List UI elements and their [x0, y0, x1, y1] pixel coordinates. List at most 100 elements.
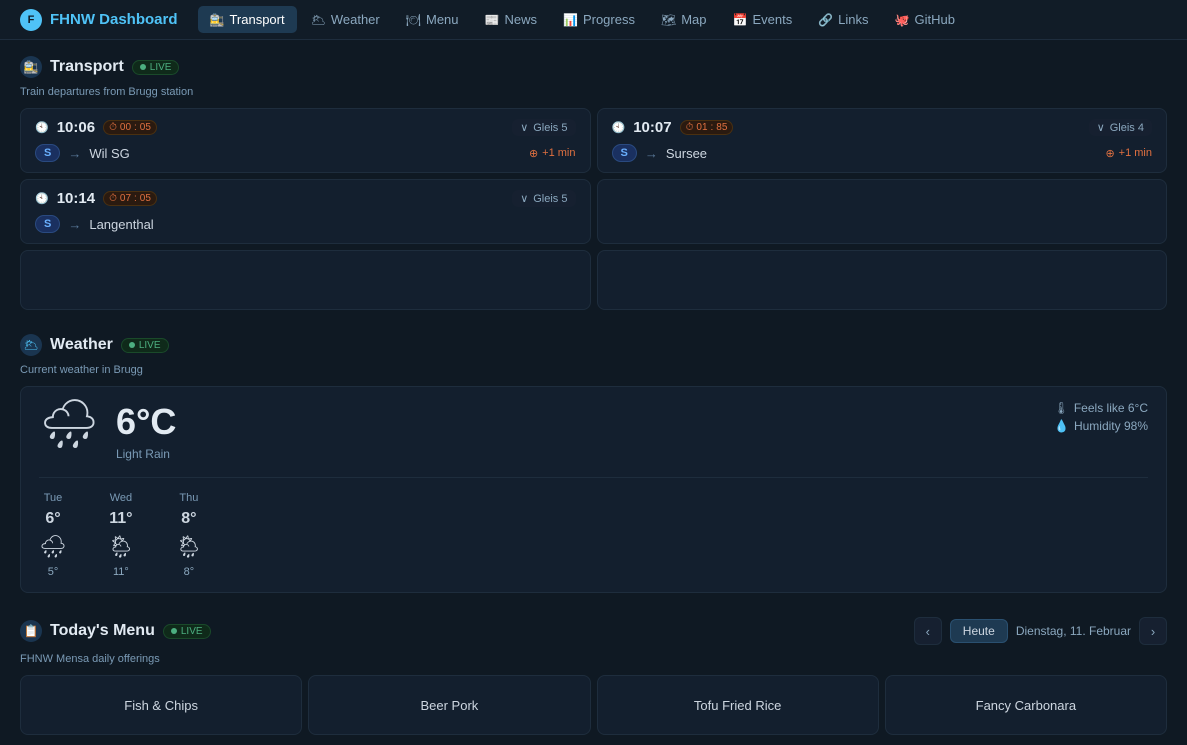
github-icon: 🐙 — [895, 13, 910, 27]
menu-grid: Fish & Chips Beer Pork Tofu Fried Rice F… — [20, 675, 1167, 735]
track-chevron-3: ∨ — [520, 192, 528, 205]
delay-clock-icon-1: ⏱ — [109, 122, 117, 133]
delay-badge-3: ⏱ 07 : 05 — [103, 191, 157, 206]
nav-item-transport[interactable]: 🚉 Transport — [198, 6, 297, 33]
train-badge-1: S — [35, 144, 60, 162]
news-icon: 📰 — [485, 13, 500, 27]
menu-item-2: Beer Pork — [308, 675, 590, 735]
transport-empty-card — [597, 179, 1168, 244]
track-chevron-2: ∨ — [1097, 121, 1105, 134]
app-header: F FHNW Dashboard 🚉 Transport 🌥Weather🍽Menu… — [0, 0, 1187, 40]
delay-min-2: 01 — [696, 122, 707, 133]
nav-item-events[interactable]: 📅Events — [721, 6, 805, 33]
menu-next-button[interactable]: › — [1139, 617, 1167, 645]
forecast-high-0: 6° — [45, 510, 60, 528]
transport-empty-card-3 — [597, 250, 1168, 310]
nav-item-news[interactable]: 📰 News — [473, 6, 549, 33]
forecast-high-2: 8° — [181, 510, 196, 528]
logo-icon: F — [20, 9, 42, 31]
delay-sep-2: : — [711, 122, 714, 133]
menu-today-button[interactable]: Heute — [950, 619, 1008, 643]
humidity-row: 💧 Humidity 98% — [1054, 419, 1148, 433]
nav-item-github[interactable]: 🐙GitHub — [883, 6, 967, 33]
weather-details: 🌡 Feels like 6°C 💧 Humidity 98% — [1054, 401, 1148, 437]
nav-label-map: Map — [681, 12, 706, 27]
menu-item-3: Tofu Fried Rice — [597, 675, 879, 735]
nav-label-news: News — [504, 12, 537, 27]
track-badge-2: ∨ Gleis 4 — [1089, 119, 1152, 136]
menu-nav: ‹ Heute Dienstag, 11. Februar › — [914, 617, 1167, 645]
nav-item-map[interactable]: 🗺 Map — [649, 6, 719, 33]
menu-subtitle: FHNW Mensa daily offerings — [20, 653, 1167, 665]
app-logo: F FHNW Dashboard — [20, 9, 178, 31]
train-row-2: S → Sursee ⊕ +1 min — [612, 144, 1153, 162]
transport-icon: 🚉 — [210, 13, 225, 27]
menu-item-1: Fish & Chips — [20, 675, 302, 735]
transport-live-dot — [140, 64, 146, 70]
transport-card-1: 🕙 10:06 ⏱ 00 : 05 ∨ Gleis 5 S → Wil SG — [20, 108, 591, 173]
forecast-day-label-0: Tue — [44, 492, 63, 504]
weather-section-header: 🌥 Weather LIVE — [20, 334, 1167, 356]
transport-section-header: 🚉 Transport LIVE — [20, 56, 1167, 78]
nav-label-weather: Weather — [331, 12, 380, 27]
weather-subtitle: Current weather in Brugg — [20, 364, 1167, 376]
nav-item-weather[interactable]: 🌥Weather — [299, 6, 392, 33]
transport-subtitle: Train departures from Brugg station — [20, 86, 1167, 98]
delay-clock-icon-3: ⏱ — [109, 193, 117, 204]
nav-item-menu[interactable]: 🍽Menu — [394, 6, 471, 33]
weather-main-icon: 🌧 — [39, 401, 100, 449]
menu-section: 📋 Today's Menu LIVE ‹ Heute Dienstag, 11… — [0, 601, 1187, 745]
delay-sep-3: : — [134, 193, 137, 204]
weather-live-badge: LIVE — [121, 338, 169, 353]
main-nav: 🚉 Transport 🌥Weather🍽Menu 📰 News 📊Progress 🗺 Ma… — [198, 6, 1168, 33]
clock-icon-2: 🕙 — [612, 121, 626, 134]
extra-delay-icon-1: ⊕ — [529, 147, 538, 160]
extra-delay-text-1: +1 min — [542, 147, 575, 159]
delay-badge-2: ⏱ 01 : 85 — [680, 120, 734, 135]
forecast-icon-2: 🌦 — [175, 534, 203, 560]
clock-icon-3: 🕙 — [35, 192, 49, 205]
nav-item-links[interactable]: 🔗Links — [806, 6, 880, 33]
nav-label-events: Events — [752, 12, 792, 27]
arrow-icon-1: → — [68, 146, 81, 161]
nav-label-links: Links — [838, 12, 868, 27]
weather-forecast: Tue 6° 🌧 5° Wed 11° 🌦 11° Thu 8° 🌦 8° — [39, 477, 1148, 578]
menu-title: Today's Menu — [50, 622, 155, 640]
menu-live-dot — [171, 628, 177, 634]
transport-card-1-header: 🕙 10:06 ⏱ 00 : 05 ∨ Gleis 5 — [35, 119, 576, 136]
menu-item-name-3: Tofu Fried Rice — [694, 698, 781, 713]
transport-grid: 🕙 10:06 ⏱ 00 : 05 ∨ Gleis 5 S → Wil SG — [20, 108, 1167, 310]
train-row-3: S → Langenthal — [35, 215, 576, 233]
track-label-2: Gleis 4 — [1110, 122, 1144, 134]
destination-3: Langenthal — [89, 217, 153, 232]
feels-like-text: Feels like 6°C — [1074, 401, 1148, 415]
delay-min-1: 00 — [120, 122, 131, 133]
delay-min-3: 07 — [120, 193, 131, 204]
weather-main: 🌧 6°C Light Rain 🌡 Feels like 6°C 💧 Humi… — [39, 401, 1148, 461]
nav-item-progress[interactable]: 📊Progress — [551, 6, 647, 33]
transport-card-2: 🕙 10:07 ⏱ 01 : 85 ∨ Gleis 4 S → Sursee — [597, 108, 1168, 173]
menu-live-badge: LIVE — [163, 624, 211, 639]
nav-label-menu: Menu — [426, 12, 459, 27]
forecast-day-0: Tue 6° 🌧 5° — [39, 492, 67, 578]
weather-section: 🌥 Weather LIVE Current weather in Brugg … — [0, 318, 1187, 601]
menu-prev-button[interactable]: ‹ — [914, 617, 942, 645]
weather-section-icon: 🌥 — [20, 334, 42, 356]
transport-card-3: 🕙 10:14 ⏱ 07 : 05 ∨ Gleis 5 S → Langenth… — [20, 179, 591, 244]
menu-date: Dienstag, 11. Februar — [1016, 624, 1131, 638]
nav-label-progress: Progress — [583, 12, 635, 27]
weather-live-label: LIVE — [139, 340, 161, 351]
nav-label-transport: Transport — [229, 12, 284, 27]
map-icon: 🗺 — [661, 13, 676, 27]
menu-item-4: Fancy Carbonara — [885, 675, 1167, 735]
feels-like-icon: 🌡 — [1054, 401, 1069, 415]
menu-item-name-1: Fish & Chips — [124, 698, 198, 713]
humidity-icon: 💧 — [1054, 419, 1069, 433]
menu-section-icon: 📋 — [20, 620, 42, 642]
destination-2: Sursee — [666, 146, 707, 161]
extra-delay-2: ⊕ +1 min — [1105, 147, 1152, 160]
departure-time-3: 10:14 — [57, 190, 95, 207]
transport-title: Transport — [50, 58, 124, 76]
arrow-icon-3: → — [68, 217, 81, 232]
weather-live-dot — [129, 342, 135, 348]
